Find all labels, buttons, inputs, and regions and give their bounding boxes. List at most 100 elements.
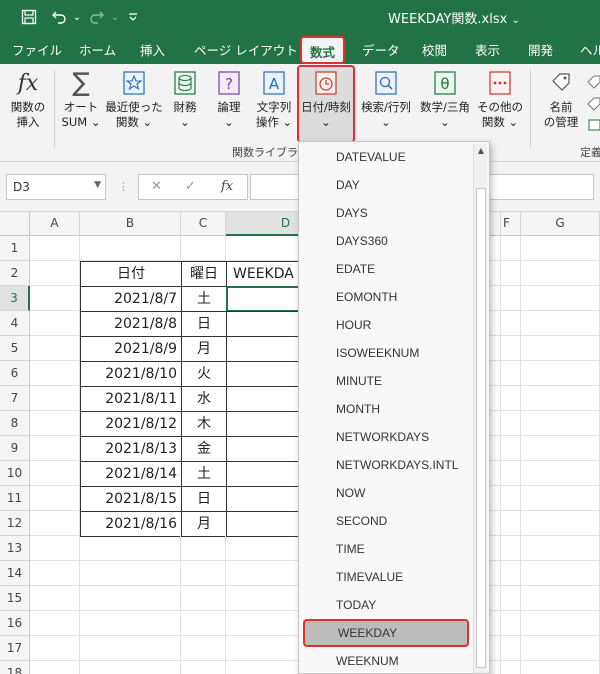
cell[interactable] (30, 486, 80, 511)
day-cell[interactable]: 土 (181, 461, 227, 487)
dropdown-item-month[interactable]: MONTH (299, 395, 471, 423)
dropdown-item-today[interactable]: TODAY (299, 591, 471, 619)
cell[interactable] (521, 536, 600, 561)
scroll-up-icon[interactable]: ▲ (474, 144, 488, 158)
cell[interactable] (80, 561, 181, 586)
define-name-small-icons[interactable] (586, 72, 600, 132)
cell[interactable] (501, 461, 521, 486)
cell[interactable] (181, 236, 226, 261)
row-header-10[interactable]: 10 (0, 461, 30, 486)
dropdown-item-networkdays-intl[interactable]: NETWORKDAYS.INTL (299, 451, 471, 479)
day-cell[interactable]: 水 (181, 386, 227, 412)
insert-function-button[interactable]: fx 関数の 挿入 (6, 68, 50, 130)
dropdown-item-now[interactable]: NOW (299, 479, 471, 507)
dropdown-item-days360[interactable]: DAYS360 (299, 227, 471, 255)
dropdown-item-datevalue[interactable]: DATEVALUE (299, 143, 471, 171)
day-cell[interactable]: 日 (181, 311, 227, 337)
cell[interactable] (521, 286, 600, 311)
day-cell[interactable]: 月 (181, 511, 227, 537)
dropdown-item-weeknum[interactable]: WEEKNUM (299, 647, 471, 673)
logical-button[interactable]: ? 論理 ⌄ (210, 68, 248, 130)
autosum-button[interactable]: ∑ オート SUM ⌄ (58, 68, 104, 130)
row-header-8[interactable]: 8 (0, 411, 30, 436)
dropdown-item-edate[interactable]: EDATE (299, 255, 471, 283)
chevron-down-icon[interactable]: ▼ (94, 180, 101, 190)
row-header-2[interactable]: 2 (0, 261, 30, 286)
scroll-thumb[interactable] (476, 188, 486, 668)
cell[interactable] (30, 261, 80, 286)
splitter-icon[interactable]: ⋮ (118, 180, 129, 193)
column-header-a[interactable]: A (30, 212, 80, 236)
cell[interactable] (80, 636, 181, 661)
undo-icon[interactable] (50, 8, 68, 26)
date-cell[interactable]: 2021/8/7 (80, 286, 182, 312)
tab-review[interactable]: 校閲 (422, 40, 447, 59)
cell[interactable] (521, 561, 600, 586)
cell[interactable] (80, 611, 181, 636)
cell[interactable] (30, 461, 80, 486)
row-header-16[interactable]: 16 (0, 611, 30, 636)
date-cell[interactable]: 2021/8/16 (80, 511, 182, 537)
cell[interactable] (181, 536, 226, 561)
cell[interactable] (30, 286, 80, 311)
tab-formulas[interactable]: 数式 (300, 36, 346, 64)
cell[interactable] (501, 411, 521, 436)
enter-icon[interactable]: ✓ (185, 179, 196, 194)
cell[interactable] (521, 661, 600, 674)
tab-file[interactable]: ファイル (12, 40, 62, 59)
lookup-button[interactable]: 検索/行列 ⌄ (358, 68, 414, 130)
dropdown-item-networkdays[interactable]: NETWORKDAYS (299, 423, 471, 451)
row-header-7[interactable]: 7 (0, 386, 30, 411)
column-header-g[interactable]: G (521, 212, 600, 236)
date-cell[interactable]: 2021/8/8 (80, 311, 182, 337)
cell[interactable] (30, 411, 80, 436)
cell[interactable] (521, 636, 600, 661)
cell[interactable] (521, 236, 600, 261)
title-caret-icon[interactable]: ⌄ (511, 15, 519, 26)
cell[interactable] (30, 386, 80, 411)
dropdown-item-timevalue[interactable]: TIMEVALUE (299, 563, 471, 591)
date-cell[interactable]: 2021/8/12 (80, 411, 182, 437)
column-header-b[interactable]: B (80, 212, 181, 236)
date-cell[interactable]: 2021/8/11 (80, 386, 182, 412)
tab-developer[interactable]: 開発 (528, 40, 553, 59)
cell[interactable] (30, 236, 80, 261)
cell[interactable] (501, 236, 521, 261)
cell[interactable] (521, 411, 600, 436)
cell[interactable] (521, 361, 600, 386)
cell[interactable] (30, 561, 80, 586)
column-header-c[interactable]: C (181, 212, 226, 236)
cell[interactable] (501, 611, 521, 636)
dropdown-item-days[interactable]: DAYS (299, 199, 471, 227)
cell[interactable] (521, 461, 600, 486)
tab-page-layout[interactable]: ページ レイアウト (194, 40, 298, 59)
row-header-3[interactable]: 3 (0, 286, 30, 311)
day-cell[interactable]: 土 (181, 286, 227, 312)
cell[interactable] (521, 611, 600, 636)
cell[interactable] (521, 486, 600, 511)
row-header-5[interactable]: 5 (0, 336, 30, 361)
cell[interactable] (181, 611, 226, 636)
select-all-corner[interactable] (0, 212, 30, 236)
cell[interactable] (521, 261, 600, 286)
date-cell[interactable]: 2021/8/9 (80, 336, 182, 362)
date-cell[interactable]: 2021/8/15 (80, 486, 182, 512)
cell[interactable] (80, 661, 181, 674)
redo-icon[interactable] (88, 8, 106, 26)
cell[interactable] (30, 661, 80, 674)
cell[interactable] (501, 311, 521, 336)
cell[interactable] (501, 561, 521, 586)
recently-used-button[interactable]: 最近使った 関数 ⌄ (104, 68, 164, 130)
dropdown-item-eomonth[interactable]: EOMONTH (299, 283, 471, 311)
cell[interactable] (521, 311, 600, 336)
row-header-17[interactable]: 17 (0, 636, 30, 661)
cell[interactable] (501, 386, 521, 411)
tab-data[interactable]: データ (362, 40, 400, 59)
name-box[interactable]: D3 ▼ (6, 174, 106, 200)
cell[interactable] (30, 436, 80, 461)
tab-help[interactable]: ヘル (580, 40, 600, 59)
name-manager-button[interactable]: 名前 の管理 (538, 68, 584, 130)
day-cell[interactable]: 火 (181, 361, 227, 387)
cell[interactable] (501, 636, 521, 661)
column-header-f[interactable]: F (501, 212, 521, 236)
